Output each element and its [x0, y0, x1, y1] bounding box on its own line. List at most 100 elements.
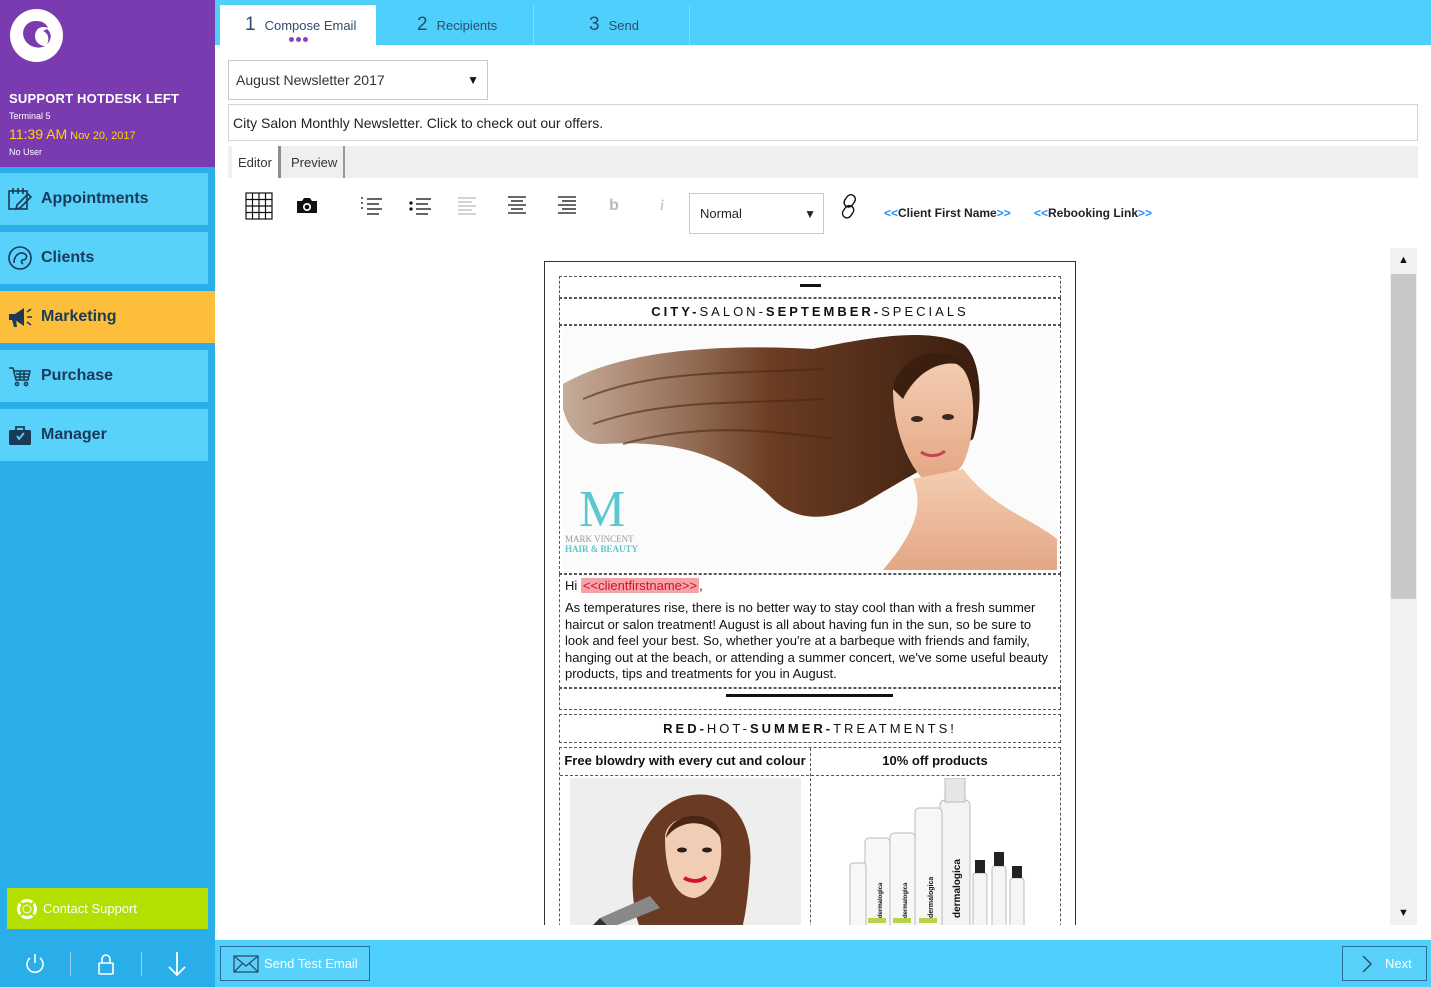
lock-icon [98, 953, 114, 975]
contact-support-label: Contact Support [43, 901, 137, 916]
lock-button[interactable] [71, 940, 141, 987]
send-test-email-button[interactable]: Send Test Email [220, 946, 370, 981]
divider [689, 5, 690, 45]
contact-support-button[interactable]: Contact Support [7, 888, 208, 929]
brand-logo: M MARK VINCENT HAIR & BEAUTY [565, 481, 639, 555]
cart-icon [7, 363, 33, 389]
current-user: No User [9, 147, 43, 157]
bold-icon: b [609, 197, 619, 214]
power-icon [26, 953, 44, 973]
merge-rebooking-link[interactable]: <<Rebooking Link>> [1034, 206, 1152, 220]
italic-icon: i [659, 197, 665, 214]
editor-scrollbar[interactable]: ▲ ▼ [1390, 248, 1417, 925]
sidebar: SUPPORT HOTDESK LEFT Terminal 5 11:39 AM… [0, 0, 215, 987]
step-label: Send [608, 17, 639, 33]
megaphone-icon [7, 304, 33, 330]
link-chain-icon [841, 194, 857, 219]
tab-preview[interactable]: Preview [285, 146, 346, 178]
sidebar-bottom-bar [0, 940, 215, 987]
dropdown-arrow-icon: ▼ [467, 73, 479, 87]
nav-label: Marketing [41, 308, 117, 325]
nav-purchase[interactable]: Purchase [0, 350, 208, 402]
email-editor-canvas[interactable]: CITY-SALON-SEPTEMBER-SPECIALS M MARK VIN… [228, 246, 1418, 925]
bottom-action-bar: Send Test Email Next [215, 940, 1431, 987]
svg-text:dermalogica: dermalogica [952, 859, 963, 918]
paragraph-format-dropdown[interactable]: Normal ▼ [689, 193, 824, 234]
top-divider-block [559, 276, 1061, 298]
nav-label: Appointments [41, 190, 149, 207]
date-text: Nov 20, 2017 [70, 130, 136, 142]
nav-appointments[interactable]: Appointments [0, 173, 208, 225]
row-divider [560, 775, 1060, 776]
template-dropdown[interactable]: August Newsletter 2017 ▼ [228, 60, 488, 100]
next-label: Next [1385, 956, 1412, 971]
align-left-button[interactable] [449, 188, 485, 224]
insert-table-button[interactable] [241, 188, 277, 224]
client-head-icon [7, 245, 33, 271]
download-button[interactable] [142, 940, 212, 987]
scroll-up-arrow-icon[interactable]: ▲ [1390, 248, 1417, 272]
offers-two-column-block[interactable]: Free blowdry with every cut and colour 1… [559, 747, 1061, 925]
align-center-button[interactable] [499, 188, 535, 224]
align-left-icon [458, 197, 476, 215]
divider [800, 284, 821, 287]
tab-editor[interactable]: Editor [232, 146, 281, 178]
intro-text-block[interactable]: Hi <<clientfirstname>>, As temperatures … [559, 574, 1061, 688]
align-right-icon [558, 196, 576, 214]
nav-clients[interactable]: Clients [0, 232, 208, 284]
terminal-label: Terminal 5 [9, 111, 51, 121]
step-compose-email[interactable]: 1 Compose Email [220, 5, 376, 45]
subject-input[interactable] [228, 104, 1418, 141]
scrollbar-thumb[interactable] [1391, 274, 1416, 599]
wizard-steps-bar: 1 Compose Email 2 Recipients 3 Send [215, 0, 1431, 45]
merge-client-first-name[interactable]: <<Client First Name>> [884, 206, 1011, 220]
divider [726, 694, 893, 697]
italic-button[interactable]: i [644, 188, 680, 224]
dermalogica-products-image: dermalogica dermalogica dermalogica derm… [849, 778, 1025, 925]
chevron-right-icon [1361, 954, 1373, 974]
bullet-list-icon [409, 198, 431, 215]
format-selected: Normal [700, 206, 742, 221]
newsletter-template: CITY-SALON-SEPTEMBER-SPECIALS M MARK VIN… [544, 261, 1076, 925]
nav-manager[interactable]: Manager [0, 409, 208, 461]
time-text: 11:39 AM [9, 126, 68, 142]
app-logo [10, 9, 63, 62]
table-grid-icon [245, 192, 273, 220]
nav-marketing[interactable]: Marketing [0, 291, 215, 343]
envelope-icon [233, 954, 259, 973]
power-button[interactable] [0, 940, 70, 987]
lifebuoy-icon [17, 898, 37, 919]
step-number: 2 [417, 14, 428, 35]
editor-tabs: Editor Preview [228, 146, 1418, 178]
client-name-merge-tag: <<clientfirstname>> [580, 578, 700, 593]
location-name: SUPPORT HOTDESK LEFT [9, 91, 180, 106]
mid-divider-block [559, 688, 1061, 710]
bullet-list-button[interactable] [402, 188, 438, 224]
nav-label: Clients [41, 249, 95, 266]
align-right-button[interactable] [549, 188, 585, 224]
ordered-list-button[interactable] [353, 188, 389, 224]
svg-text:dermalogica: dermalogica [878, 882, 884, 918]
scroll-down-arrow-icon[interactable]: ▼ [1390, 901, 1417, 925]
bold-button[interactable]: b [596, 188, 632, 224]
step-number: 1 [245, 14, 256, 35]
step-number: 3 [589, 14, 600, 35]
heading-red-hot-summer[interactable]: RED-HOT-SUMMER-TREATMENTS! [559, 714, 1061, 743]
step-label: Recipients [436, 17, 498, 33]
clock: 11:39 AM Nov 20, 2017 [9, 126, 136, 142]
greeting: Hi <<clientfirstname>>, [565, 578, 703, 593]
insert-image-button[interactable] [289, 188, 325, 224]
next-button[interactable]: Next [1342, 946, 1427, 981]
send-test-label: Send Test Email [264, 956, 358, 971]
heading-city-salon[interactable]: CITY-SALON-SEPTEMBER-SPECIALS [559, 298, 1061, 325]
align-center-icon [508, 196, 526, 214]
insert-link-button[interactable] [831, 188, 867, 224]
sidebar-header: SUPPORT HOTDESK LEFT Terminal 5 11:39 AM… [0, 0, 215, 167]
intro-paragraph: As temperatures rise, there is no better… [565, 600, 1049, 681]
step-send[interactable]: 3 Send [534, 5, 689, 45]
more-dots-icon [289, 37, 308, 42]
nav-label: Manager [41, 426, 107, 443]
hero-image-block[interactable]: M MARK VINCENT HAIR & BEAUTY [559, 325, 1061, 574]
blowdry-model-image [570, 778, 801, 925]
step-recipients[interactable]: 2 Recipients [376, 5, 532, 45]
